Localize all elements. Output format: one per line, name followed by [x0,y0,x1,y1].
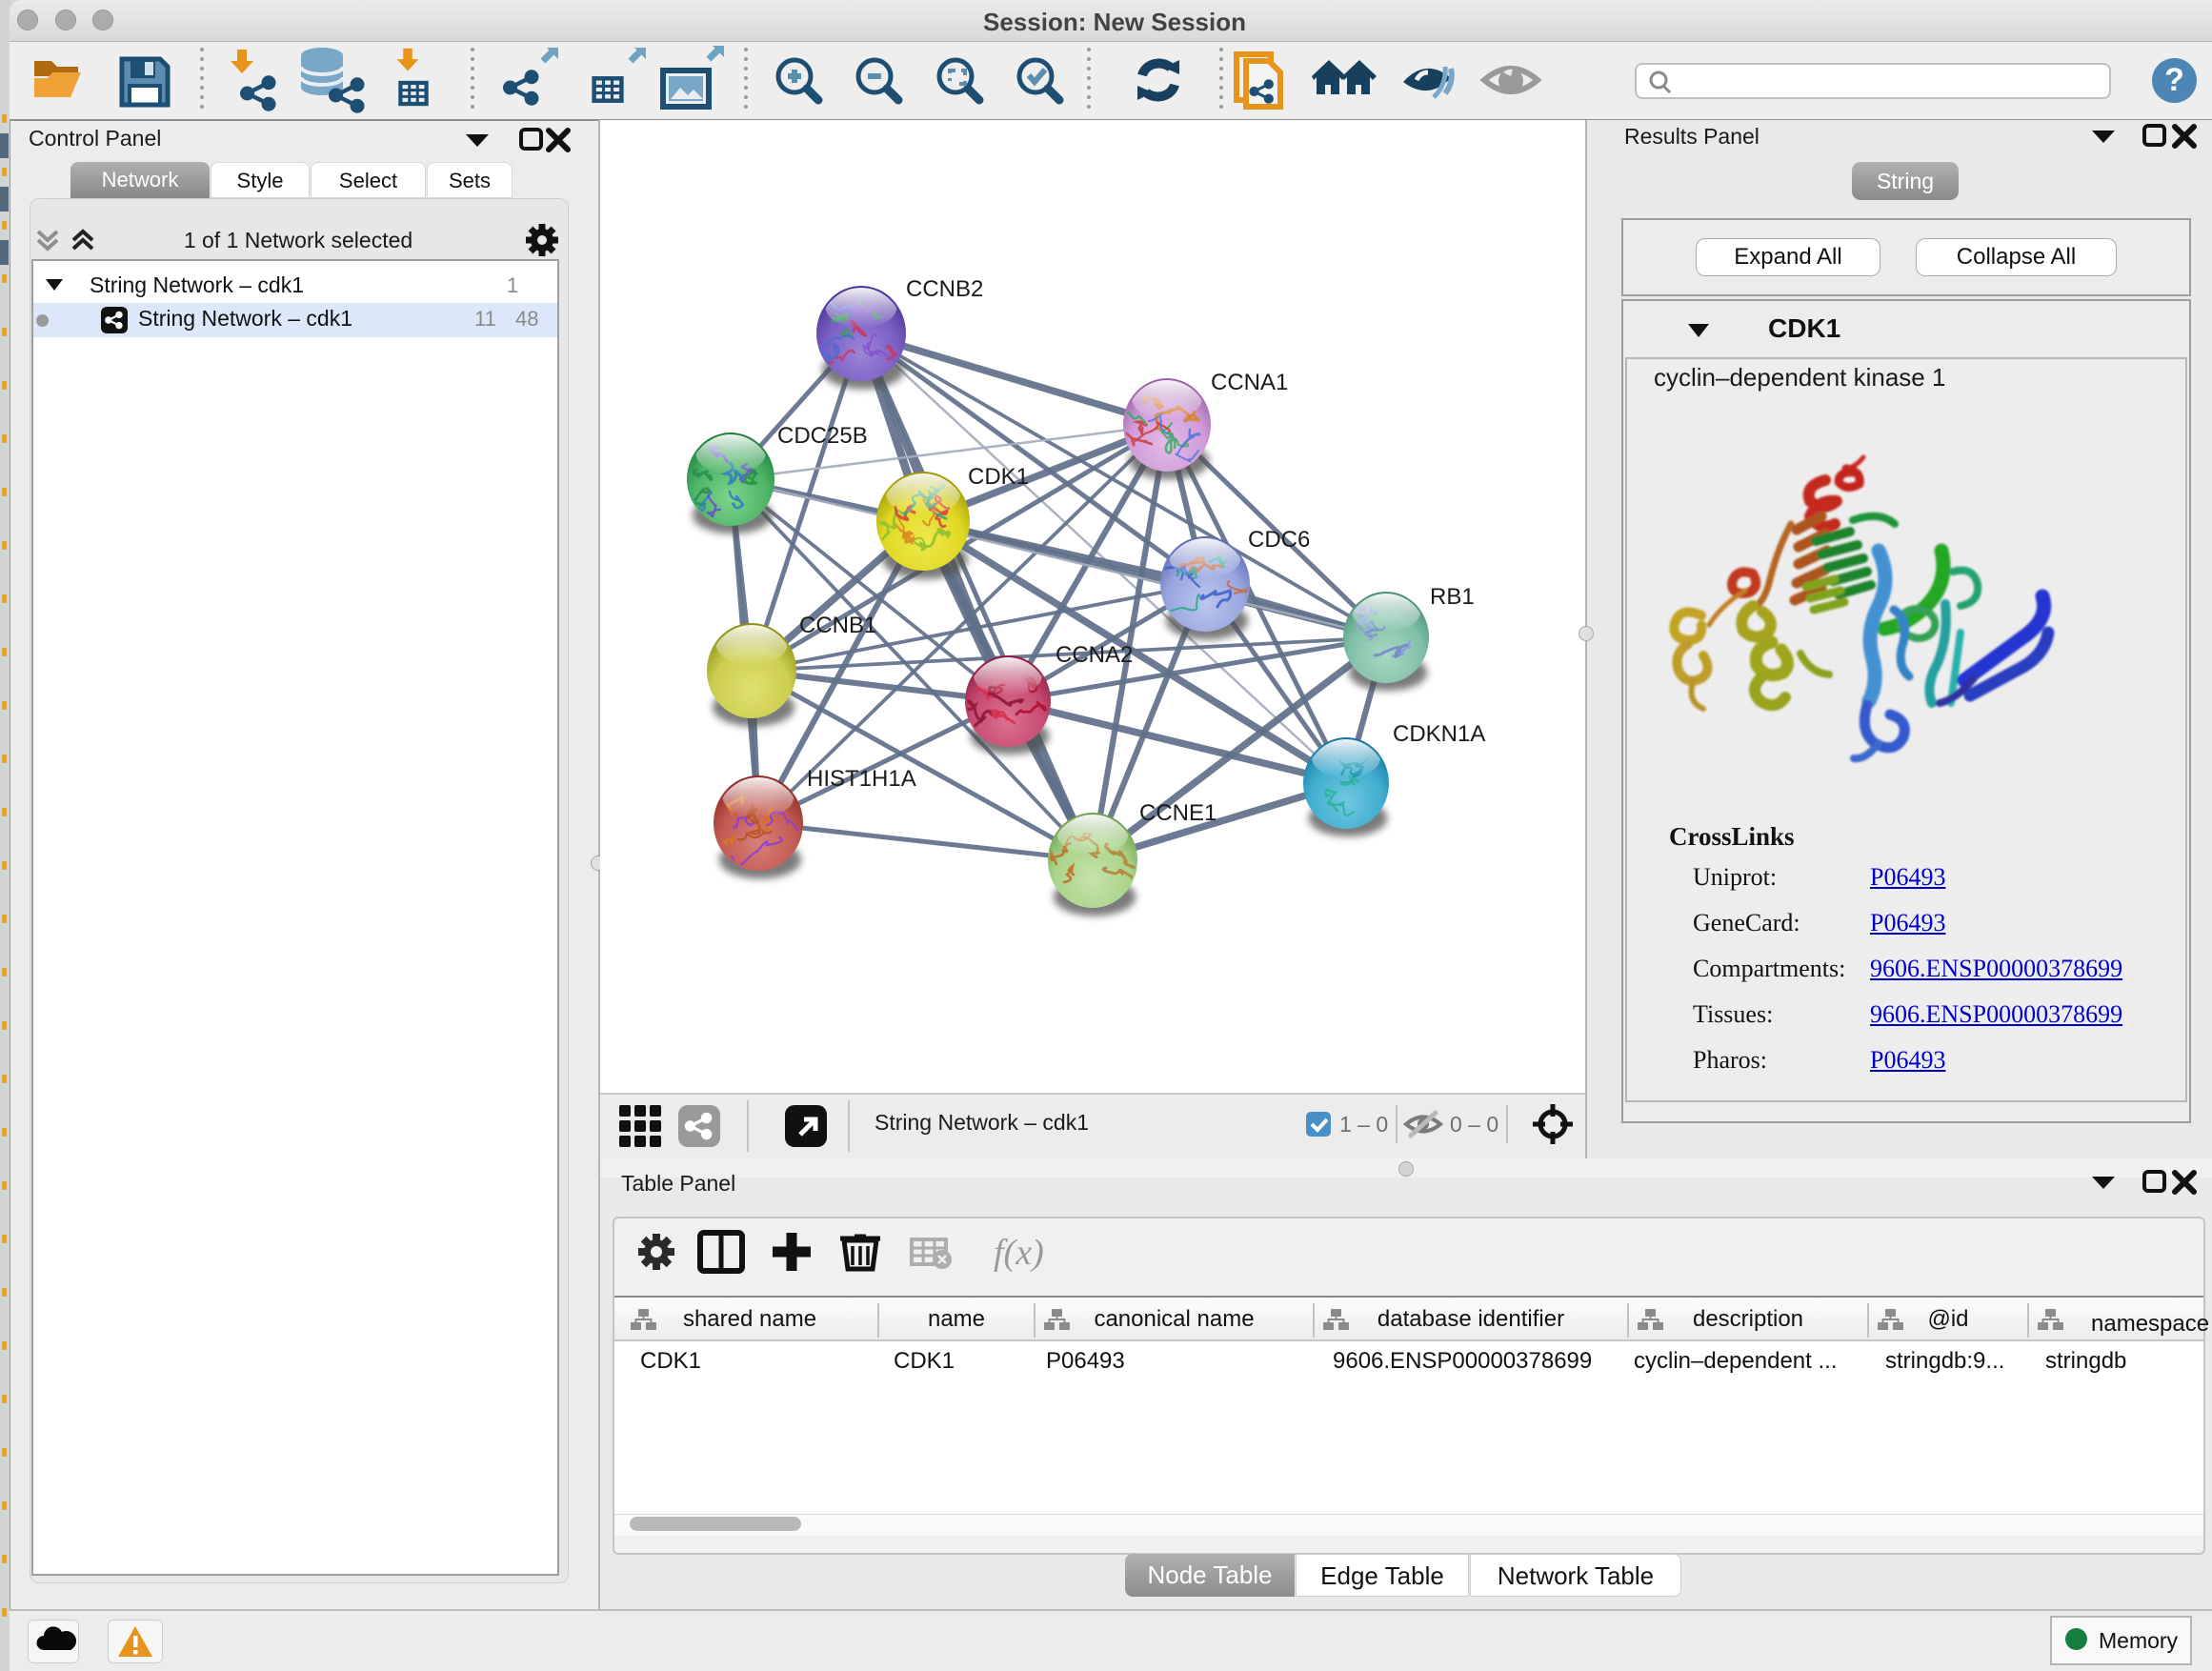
svg-text:0 – 0: 0 – 0 [1450,1112,1498,1137]
svg-text:HIST1H1A: HIST1H1A [807,766,916,792]
svg-text:CDC25B: CDC25B [777,423,868,449]
svg-text:CCNE1: CCNE1 [1139,800,1217,826]
svg-text:CDC6: CDC6 [1248,527,1310,553]
svg-text:f(x): f(x) [994,1233,1044,1273]
svg-text:RB1: RB1 [1430,584,1475,610]
svg-text:CCNB1: CCNB1 [799,613,876,638]
svg-text:CCNB2: CCNB2 [906,276,983,302]
svg-text:CCNA2: CCNA2 [1056,642,1133,668]
svg-text:CDKN1A: CDKN1A [1393,721,1485,747]
svg-text:1 – 0: 1 – 0 [1339,1112,1388,1137]
svg-text:CCNA1: CCNA1 [1211,370,1288,395]
svg-text:CDK1: CDK1 [968,464,1029,490]
